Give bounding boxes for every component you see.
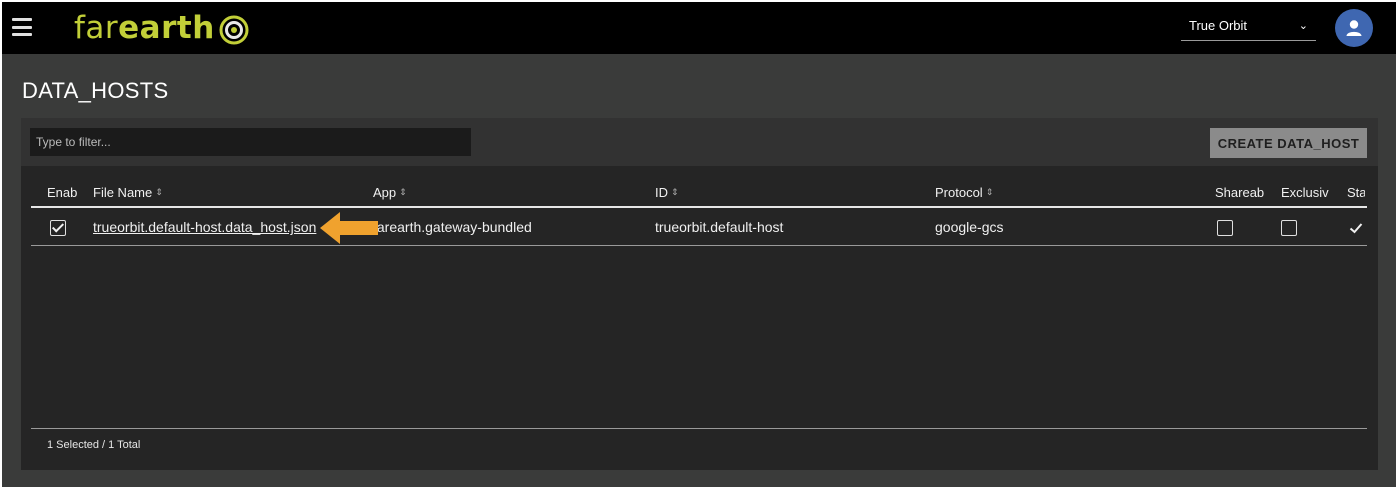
column-header-app[interactable]: App ⇕: [373, 185, 407, 200]
table-toolbar: CREATE DATA_HOST: [21, 118, 1378, 166]
column-header-id[interactable]: ID ⇕: [655, 185, 679, 200]
user-avatar-button[interactable]: [1335, 9, 1373, 47]
file-name-link[interactable]: trueorbit.default-host.data_host.json: [93, 219, 316, 235]
column-header-label: Exclusiv: [1281, 185, 1329, 200]
chevron-down-icon: ⌄: [1298, 20, 1308, 32]
sort-icon: ⇕: [671, 187, 679, 197]
shareable-checkbox[interactable]: [1217, 220, 1233, 236]
organization-select[interactable]: True Orbit ⌄: [1181, 11, 1316, 41]
selection-count: 1 Selected / 1 Total: [47, 439, 141, 451]
column-header-enabled[interactable]: Enab: [47, 185, 81, 200]
logo-wordmark: farearth: [74, 10, 215, 46]
column-header-label: Enab: [47, 185, 78, 200]
farearth-logo[interactable]: farearth: [74, 6, 249, 50]
sort-icon: ⇕: [399, 187, 407, 197]
app-cell: farearth.gateway-bundled: [373, 219, 532, 235]
organization-select-value: True Orbit: [1189, 18, 1248, 33]
table-footer-divider: [31, 428, 1367, 429]
exclusive-checkbox[interactable]: [1281, 220, 1297, 236]
checkmark-icon: [1349, 223, 1363, 234]
app-window: farearth True Orbit ⌄ DATA_HOSTS CREATE …: [2, 2, 1396, 487]
annotation-arrow-icon: [320, 212, 378, 244]
page-title: DATA_HOSTS: [22, 78, 169, 103]
sort-icon: ⇕: [155, 187, 163, 197]
column-header-exclusive[interactable]: Exclusiv: [1281, 185, 1336, 200]
column-header-label: App: [373, 185, 397, 200]
hamburger-menu-icon[interactable]: [12, 18, 32, 36]
logo-swirl-icon: [219, 15, 249, 45]
id-cell: trueorbit.default-host: [655, 219, 784, 235]
column-header-status[interactable]: Sta: [1347, 185, 1365, 200]
column-header-label: Protocol: [935, 185, 983, 200]
column-header-file-name[interactable]: File Name ⇕: [93, 185, 163, 200]
top-app-bar: farearth True Orbit ⌄: [2, 2, 1396, 54]
sort-icon: ⇕: [985, 187, 994, 197]
column-header-label: File Name: [93, 185, 153, 200]
column-header-label: Sta: [1347, 185, 1365, 200]
data-hosts-table-panel: CREATE DATA_HOST Enab File Name ⇕ App ⇕ …: [21, 118, 1378, 470]
column-header-protocol[interactable]: Protocol ⇕: [935, 185, 993, 200]
file-name-cell: trueorbit.default-host.data_host.json: [93, 219, 316, 235]
table-header-row: Enab File Name ⇕ App ⇕ ID ⇕ Protocol ⇕ S…: [31, 180, 1367, 208]
user-icon: [1346, 20, 1362, 36]
filter-input[interactable]: [30, 128, 471, 156]
table-row[interactable]: trueorbit.default-host.data_host.json fa…: [31, 210, 1367, 246]
create-data-host-button[interactable]: CREATE DATA_HOST: [1210, 128, 1367, 158]
enabled-checkbox[interactable]: [50, 220, 66, 236]
protocol-cell: google-gcs: [935, 219, 1004, 235]
column-header-label: ID: [655, 185, 668, 200]
column-header-shareable[interactable]: Shareab: [1215, 185, 1271, 200]
column-header-label: Shareab: [1215, 185, 1265, 200]
